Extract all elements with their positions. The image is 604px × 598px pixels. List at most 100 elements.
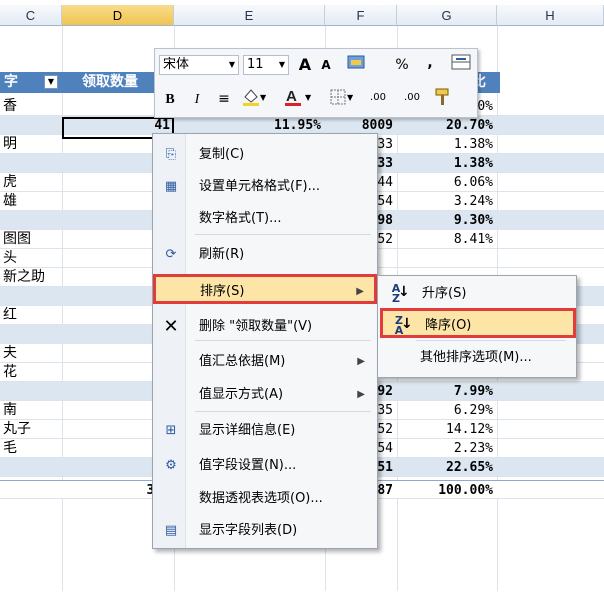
menu-item-value-field-settings[interactable]: ⚙ 值字段设置(N)... xyxy=(155,451,375,481)
filter-dropdown-icon[interactable]: ▼ xyxy=(44,75,58,89)
row-label-cell[interactable]: 丸子 xyxy=(0,420,62,439)
submenu-item-sort-descending[interactable]: Z A ↓ 降序(O) xyxy=(380,308,576,338)
ratio-cell[interactable]: 6.29% xyxy=(397,401,497,420)
row-label-cell[interactable]: 毛 xyxy=(0,439,62,458)
menu-item-show-field-list[interactable]: ▤ 显示字段列表(D) xyxy=(155,516,375,546)
row-label-cell[interactable] xyxy=(0,154,62,173)
ratio-cell[interactable]: 22.65% xyxy=(397,458,497,477)
menu-item-label: 值汇总依据(M) xyxy=(199,354,286,369)
sort-submenu: A Z ↓ 升序(S) Z A ↓ 降序(O) 其他排序选项(M)... xyxy=(377,275,577,378)
ratio-cell[interactable] xyxy=(397,249,497,268)
row-label-cell[interactable]: 虎 xyxy=(0,173,62,192)
svg-text:▼: ▼ xyxy=(260,93,267,102)
ratio-cell[interactable]: 1.38% xyxy=(397,135,497,154)
menu-item-format-cells[interactable]: ▦ 设置单元格格式(F)... xyxy=(155,172,375,202)
row-label-cell[interactable]: 花 xyxy=(0,363,62,382)
delete-icon: ✕ xyxy=(163,316,179,337)
row-label-cell[interactable]: 香 xyxy=(0,97,62,116)
ratio-cell[interactable]: 14.12% xyxy=(397,420,497,439)
row-label-cell[interactable]: 红 xyxy=(0,306,62,325)
ratio-cell[interactable]: 8.41% xyxy=(397,230,497,249)
ratio-cell[interactable]: 20.70% xyxy=(397,116,497,135)
row-label-cell[interactable]: 夫 xyxy=(0,344,62,363)
decrease-decimal-button[interactable]: .00 xyxy=(397,87,427,109)
submenu-item-sort-ascending[interactable]: A Z ↓ 升序(S) xyxy=(380,279,574,309)
font-size-box[interactable]: 11 ▼ xyxy=(243,55,289,75)
menu-item-copy[interactable]: ⎘ 复制(C) xyxy=(155,140,375,170)
submenu-arrow-icon: ▶ xyxy=(357,389,365,400)
number-format-icon[interactable] xyxy=(341,54,373,76)
menu-item-label: 刷新(R) xyxy=(199,247,245,262)
ratio-cell[interactable]: 3.24% xyxy=(397,192,497,211)
sort-descending-icon: Z A ↓ xyxy=(389,315,413,336)
menu-item-label: 显示详细信息(E) xyxy=(199,423,296,438)
arrow-down-icon: ↓ xyxy=(401,316,413,332)
submenu-item-more-sort-options[interactable]: 其他排序选项(M)... xyxy=(380,343,574,373)
row-label-cell[interactable]: 雄 xyxy=(0,192,62,211)
increase-decimal-button[interactable]: .00 xyxy=(363,87,393,109)
font-name-box[interactable]: 宋体 ▼ xyxy=(159,55,239,75)
ratio-cell[interactable]: 2.23% xyxy=(397,439,497,458)
row-label-cell[interactable] xyxy=(0,116,62,135)
refresh-icon: ⟳ xyxy=(165,247,177,262)
row-label-cell[interactable]: 新之助 xyxy=(0,268,62,287)
borders-icon[interactable]: ▼ xyxy=(327,87,357,109)
menu-separator xyxy=(195,411,371,412)
column-header-f[interactable]: F xyxy=(325,5,397,26)
column-header-c[interactable]: C xyxy=(0,5,62,26)
menu-item-pivottable-options[interactable]: 数据透视表选项(O)... xyxy=(155,484,375,514)
context-menu: ⎘ 复制(C) ▦ 设置单元格格式(F)... 数字格式(T)... ⟳ 刷新(R) 排序(S… xyxy=(152,133,378,549)
comma-style-button[interactable]: , xyxy=(423,52,437,74)
row-label-cell[interactable] xyxy=(0,458,62,477)
row-label-cell[interactable]: 头 xyxy=(0,249,62,268)
column-header-g[interactable]: G xyxy=(397,5,497,26)
font-name-value: 宋体 xyxy=(163,57,190,72)
fill-color-icon[interactable]: ▼ xyxy=(239,87,269,109)
row-label-cell[interactable] xyxy=(0,382,62,401)
menu-item-refresh[interactable]: ⟳ 刷新(R) xyxy=(155,240,375,270)
percent-style-button[interactable]: % xyxy=(393,54,411,76)
ratio-cell[interactable]: 9.30% xyxy=(397,211,497,230)
submenu-arrow-icon: ▶ xyxy=(356,286,364,297)
ratio-cell[interactable]: 6.06% xyxy=(397,173,497,192)
italic-button[interactable]: I xyxy=(189,89,205,111)
svg-text:▼: ▼ xyxy=(347,93,354,102)
ratio-cell[interactable]: 100.00% xyxy=(397,481,497,500)
row-label-cell[interactable] xyxy=(0,325,62,344)
format-painter-icon[interactable] xyxy=(431,87,457,109)
submenu-item-label: 其他排序选项(M)... xyxy=(420,350,532,365)
ratio-cell[interactable]: 1.38% xyxy=(397,154,497,173)
sort-ascending-icon: A Z ↓ xyxy=(386,283,410,304)
menu-item-label: 复制(C) xyxy=(199,147,245,162)
menu-item-sort[interactable]: 排序(S) ▶ xyxy=(153,274,377,304)
row-label-cell[interactable] xyxy=(0,211,62,230)
menu-item-show-details[interactable]: ⊞ 显示详细信息(E) xyxy=(155,416,375,446)
column-header-e[interactable]: E xyxy=(174,5,325,26)
align-center-button[interactable]: ≡ xyxy=(215,88,233,110)
bold-button[interactable]: B xyxy=(161,89,179,111)
copy-icon: ⎘ xyxy=(165,147,177,162)
column-header-d[interactable]: D xyxy=(62,5,174,26)
menu-separator xyxy=(195,234,371,235)
shrink-font-icon[interactable]: A xyxy=(317,54,335,76)
mini-toolbar: 宋体 ▼ 11 ▼ A A % , B I ≡ ▼ A ▼ ▼ .00 .00 xyxy=(154,48,478,118)
column-header-h[interactable]: H xyxy=(497,5,604,26)
menu-item-label: 删除 "领取数量"(V) xyxy=(199,319,313,334)
grow-font-icon[interactable]: A xyxy=(295,54,315,76)
menu-item-show-values-as[interactable]: 值显示方式(A) ▶ xyxy=(155,380,375,410)
row-label-cell[interactable] xyxy=(0,287,62,306)
row-label-header: 字 xyxy=(4,74,18,90)
row-label-cell[interactable]: 南 xyxy=(0,401,62,420)
menu-item-number-format[interactable]: 数字格式(T)... xyxy=(155,204,375,234)
row-label-cell[interactable] xyxy=(0,481,62,500)
ratio-cell[interactable]: 7.99% xyxy=(397,382,497,401)
format-painter-grid-icon[interactable] xyxy=(449,54,473,76)
menu-item-summarize-values-by[interactable]: 值汇总依据(M) ▶ xyxy=(155,347,375,377)
field-list-icon: ▤ xyxy=(164,523,178,538)
menu-item-delete-field[interactable]: ✕ 删除 "领取数量"(V) xyxy=(155,312,375,342)
menu-item-label: 数据透视表选项(O)... xyxy=(199,491,323,506)
row-label-cell[interactable]: 明 xyxy=(0,135,62,154)
row-label-cell[interactable]: 图图 xyxy=(0,230,62,249)
menu-item-label: 数字格式(T)... xyxy=(199,211,282,226)
font-color-icon[interactable]: A ▼ xyxy=(281,87,315,109)
